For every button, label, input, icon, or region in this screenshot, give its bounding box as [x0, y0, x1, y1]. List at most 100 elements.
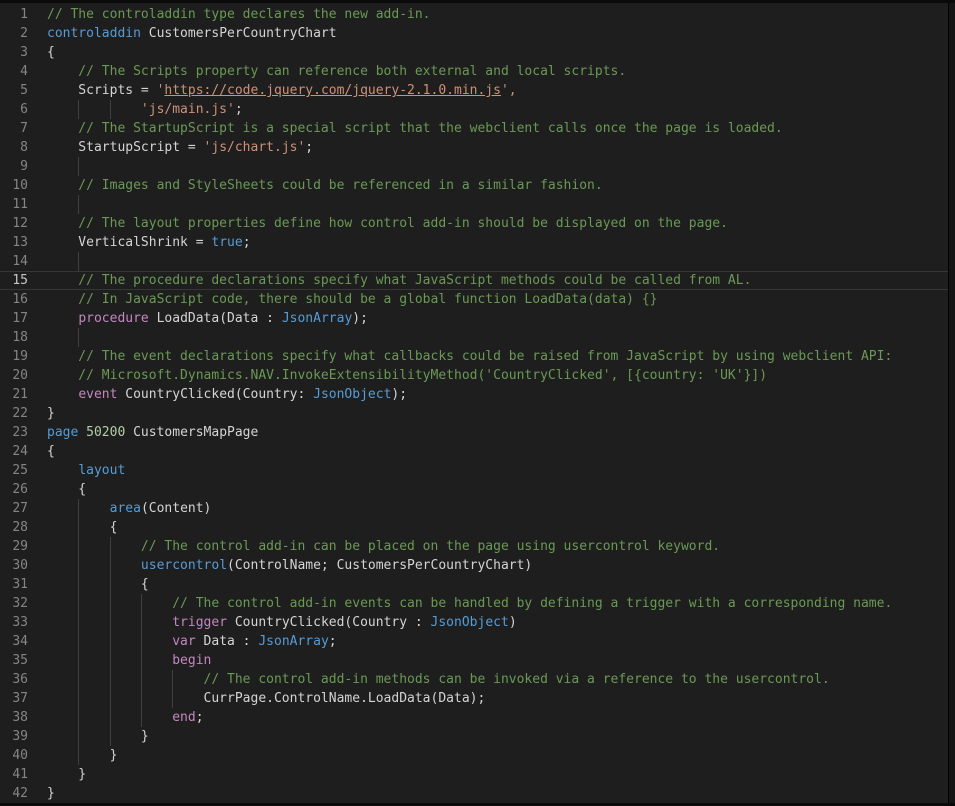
line-number[interactable]: 42: [0, 784, 47, 803]
code-line[interactable]: 8 StartupScript = 'js/chart.js';: [0, 138, 948, 157]
code-token: CountryClicked(Country:: [117, 387, 313, 402]
code-token: {: [47, 577, 149, 592]
code-text: }: [47, 765, 948, 784]
code-line[interactable]: 2controladdin CustomersPerCountryChart: [0, 24, 948, 43]
code-text: {: [47, 480, 948, 499]
code-line[interactable]: 34 var Data : JsonArray;: [0, 632, 948, 651]
line-number[interactable]: 27: [0, 499, 47, 518]
line-number[interactable]: 14: [0, 252, 47, 271]
code-line[interactable]: 18: [0, 328, 948, 347]
line-number[interactable]: 3: [0, 43, 47, 62]
code-line[interactable]: 39 }: [0, 727, 948, 746]
line-number[interactable]: 18: [0, 328, 47, 347]
line-number[interactable]: 23: [0, 423, 47, 442]
line-number[interactable]: 40: [0, 746, 47, 765]
code-line[interactable]: 17 procedure LoadData(Data : JsonArray);: [0, 309, 948, 328]
code-line[interactable]: 38 end;: [0, 708, 948, 727]
code-line[interactable]: 25 layout: [0, 461, 948, 480]
line-number[interactable]: 6: [0, 100, 47, 119]
line-number[interactable]: 38: [0, 708, 47, 727]
code-token: event: [78, 387, 117, 402]
code-line[interactable]: 16 // In JavaScript code, there should b…: [0, 290, 948, 309]
code-token: var: [172, 634, 195, 649]
line-number[interactable]: 36: [0, 670, 47, 689]
line-number[interactable]: 22: [0, 404, 47, 423]
scrollbar-track[interactable]: [948, 3, 955, 803]
line-number[interactable]: 20: [0, 366, 47, 385]
code-line[interactable]: 1// The controladdin type declares the n…: [0, 5, 948, 24]
code-line[interactable]: 22}: [0, 404, 948, 423]
line-number[interactable]: 28: [0, 518, 47, 537]
line-number[interactable]: 8: [0, 138, 47, 157]
line-number[interactable]: 41: [0, 765, 47, 784]
code-line[interactable]: 5 Scripts = 'https://code.jquery.com/jqu…: [0, 81, 948, 100]
line-number[interactable]: 35: [0, 651, 47, 670]
code-line[interactable]: 42}: [0, 784, 948, 803]
code-line[interactable]: 4 // The Scripts property can reference …: [0, 62, 948, 81]
line-number[interactable]: 26: [0, 480, 47, 499]
line-number[interactable]: 11: [0, 195, 47, 214]
line-number[interactable]: 25: [0, 461, 47, 480]
code-line[interactable]: 30 usercontrol(ControlName; CustomersPer…: [0, 556, 948, 575]
code-line[interactable]: 7 // The StartupScript is a special scri…: [0, 119, 948, 138]
code-token: CustomersPerCountryChart: [141, 26, 337, 41]
code-line[interactable]: 23page 50200 CustomersMapPage: [0, 423, 948, 442]
code-text: // The control add-in events can be hand…: [47, 594, 948, 613]
code-line[interactable]: 10 // Images and StyleSheets could be re…: [0, 176, 948, 195]
code-line[interactable]: 11: [0, 195, 948, 214]
code-line[interactable]: 36 // The control add-in methods can be …: [0, 670, 948, 689]
line-number[interactable]: 4: [0, 62, 47, 81]
line-number[interactable]: 16: [0, 290, 47, 309]
code-line[interactable]: 28 {: [0, 518, 948, 537]
code-line[interactable]: 37 CurrPage.ControlName.LoadData(Data);: [0, 689, 948, 708]
code-line[interactable]: 41 }: [0, 765, 948, 784]
line-number[interactable]: 5: [0, 81, 47, 100]
code-line[interactable]: 40 }: [0, 746, 948, 765]
code-line[interactable]: 15 // The procedure declarations specify…: [0, 271, 948, 290]
line-number[interactable]: 24: [0, 442, 47, 461]
code-line[interactable]: 3{: [0, 43, 948, 62]
line-number[interactable]: 9: [0, 157, 47, 176]
code-editor[interactable]: 1// The controladdin type declares the n…: [0, 3, 948, 803]
line-number[interactable]: 33: [0, 613, 47, 632]
line-number[interactable]: 7: [0, 119, 47, 138]
line-number[interactable]: 13: [0, 233, 47, 252]
line-number[interactable]: 12: [0, 214, 47, 233]
line-number[interactable]: 1: [0, 5, 47, 24]
code-line[interactable]: 27 area(Content): [0, 499, 948, 518]
code-line[interactable]: 6 'js/main.js';: [0, 100, 948, 119]
line-number[interactable]: 15: [0, 271, 47, 290]
line-number[interactable]: 34: [0, 632, 47, 651]
line-number[interactable]: 17: [0, 309, 47, 328]
code-line[interactable]: 33 trigger CountryClicked(Country : Json…: [0, 613, 948, 632]
line-number[interactable]: 19: [0, 347, 47, 366]
code-line[interactable]: 9: [0, 157, 948, 176]
line-number[interactable]: 21: [0, 385, 47, 404]
line-number[interactable]: 31: [0, 575, 47, 594]
code-token: 'js/chart.js': [204, 140, 306, 155]
line-number[interactable]: 30: [0, 556, 47, 575]
code-line[interactable]: 29 // The control add-in can be placed o…: [0, 537, 948, 556]
code-line[interactable]: 13 VerticalShrink = true;: [0, 233, 948, 252]
code-line[interactable]: 19 // The event declarations specify wha…: [0, 347, 948, 366]
code-token: https://code.jquery.com/jquery-2.1.0.min…: [164, 83, 501, 98]
line-number[interactable]: 37: [0, 689, 47, 708]
code-line[interactable]: 35 begin: [0, 651, 948, 670]
code-line[interactable]: 12 // The layout properties define how c…: [0, 214, 948, 233]
indent-guide: [141, 651, 142, 670]
code-line[interactable]: 32 // The control add-in events can be h…: [0, 594, 948, 613]
code-token: // The event declarations specify what c…: [47, 349, 892, 364]
code-line[interactable]: 14: [0, 252, 948, 271]
code-line[interactable]: 26 {: [0, 480, 948, 499]
code-line[interactable]: 21 event CountryClicked(Country: JsonObj…: [0, 385, 948, 404]
code-line[interactable]: 20 // Microsoft.Dynamics.NAV.InvokeExten…: [0, 366, 948, 385]
line-number[interactable]: 10: [0, 176, 47, 195]
line-number[interactable]: 2: [0, 24, 47, 43]
line-number[interactable]: 32: [0, 594, 47, 613]
code-token: // Microsoft.Dynamics.NAV.InvokeExtensib…: [47, 368, 767, 383]
line-number[interactable]: 39: [0, 727, 47, 746]
code-line[interactable]: 31 {: [0, 575, 948, 594]
code-line[interactable]: 24{: [0, 442, 948, 461]
code-text: // The control add-in methods can be inv…: [47, 670, 948, 689]
line-number[interactable]: 29: [0, 537, 47, 556]
